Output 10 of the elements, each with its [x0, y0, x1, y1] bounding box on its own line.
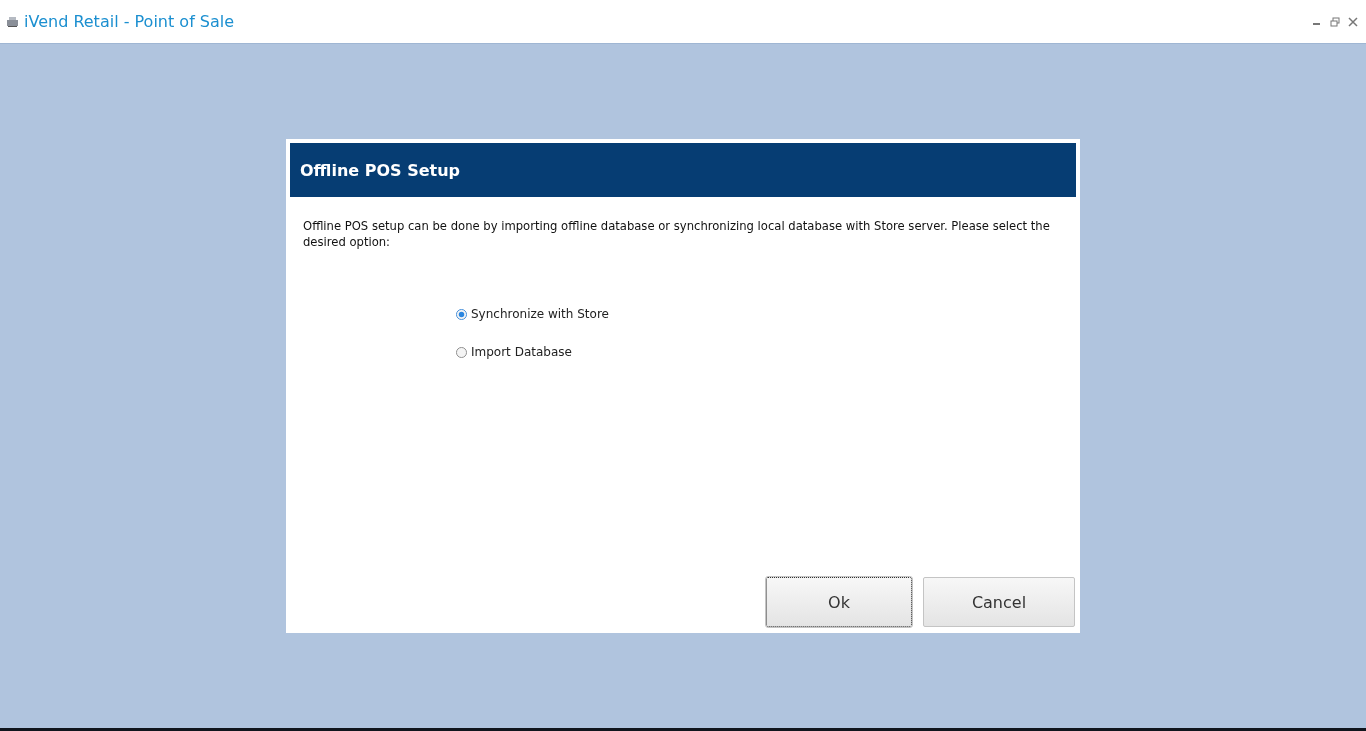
dialog-title: Offline POS Setup: [300, 160, 461, 180]
app-icon: [6, 15, 19, 28]
restore-icon[interactable]: [1330, 16, 1340, 27]
window-title: iVend Retail - Point of Sale: [24, 12, 235, 31]
dialog-message: Offline POS setup can be done by importing offline database or synchronizing local database with Store server. Please select the desired option:: [302, 218, 1051, 250]
close-icon[interactable]: [1348, 16, 1358, 27]
radio-option[interactable]: Synchronize with Store: [456, 307, 609, 321]
cancel-button[interactable]: Cancel: [923, 577, 1075, 627]
ok-button[interactable]: Ok: [766, 577, 912, 627]
radio-option[interactable]: Import Database: [456, 345, 572, 359]
